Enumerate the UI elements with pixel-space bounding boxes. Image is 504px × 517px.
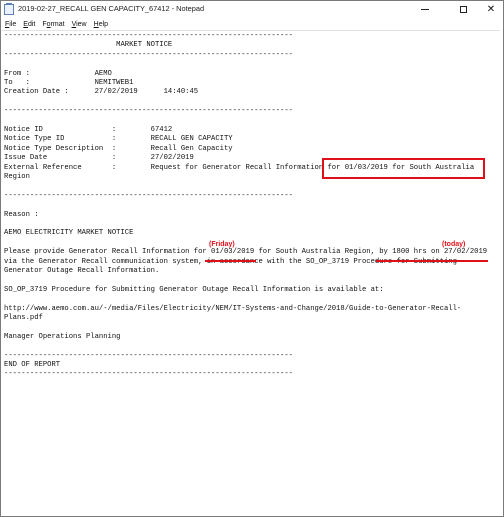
text-line: Reason : xyxy=(4,210,39,219)
window-title: 2019-02-27_RECALL GEN CAPACITY_67412 - N… xyxy=(18,4,205,13)
minimize-button[interactable] xyxy=(413,1,437,18)
menu-format[interactable]: Format xyxy=(39,21,67,28)
menu-view[interactable]: View xyxy=(69,21,90,28)
text-line: Notice Type Description : Recall Gen Cap… xyxy=(4,144,233,153)
text-line: MARKET NOTICE xyxy=(4,41,173,50)
date-underline xyxy=(205,260,256,262)
text-line: To : NEMITWEB1 xyxy=(4,79,134,87)
menu-file[interactable]: File xyxy=(2,21,19,28)
deadline-underline xyxy=(376,260,488,262)
notepad-window: 2019-02-27_RECALL GEN CAPACITY_67412 - N… xyxy=(0,0,504,517)
notepad-icon xyxy=(4,3,14,15)
text-line: ----------------------------------------… xyxy=(4,191,293,200)
external-reference-highlight-box xyxy=(322,158,485,179)
text-line: Notice ID : 67412 xyxy=(4,126,173,134)
text-line: ----------------------------------------… xyxy=(4,370,293,379)
close-icon: ✕ xyxy=(486,4,496,15)
text-line: Please provide Generator Recall Informat… xyxy=(4,248,488,257)
text-line: From : AEMO xyxy=(4,69,112,78)
text-line: ----------------------------------------… xyxy=(4,50,293,59)
menu-help[interactable]: Help xyxy=(91,21,111,28)
title-bar[interactable]: 2019-02-27_RECALL GEN CAPACITY_67412 - N… xyxy=(1,1,503,18)
text-line: SO_OP_3719 Procedure for Submitting Gene… xyxy=(4,285,384,294)
text-line: Creation Date : 27/02/2019 14:40:45 xyxy=(4,88,199,97)
friday-annotation: (Friday) xyxy=(209,241,235,248)
maximize-button[interactable] xyxy=(451,1,475,18)
text-line: ----------------------------------------… xyxy=(4,107,293,116)
text-line: Notice Type ID : RECALL GEN CAPACITY xyxy=(4,135,233,144)
text-line: Issue Date : 27/02/2019 xyxy=(4,154,194,163)
maximize-icon xyxy=(459,6,467,13)
text-line: via the Generator Recall communication s… xyxy=(4,257,457,266)
text-line: Generator Outage Recall Information. xyxy=(4,267,160,275)
today-annotation: (today) xyxy=(442,241,466,248)
text-line: ----------------------------------------… xyxy=(4,32,293,40)
text-line: Region xyxy=(4,173,30,181)
menu-bar: File Edit Format View Help xyxy=(1,18,503,30)
text-line: END OF REPORT xyxy=(4,361,61,369)
text-line: Manager Operations Planning xyxy=(4,332,121,341)
text-line: AEMO ELECTRICITY MARKET NOTICE xyxy=(4,229,134,238)
text-line: Plans.pdf xyxy=(4,314,43,322)
close-button[interactable]: ✕ xyxy=(479,1,503,18)
text-line: http://www.aemo.com.au/-/media/Files/Ele… xyxy=(4,304,462,313)
text-line: ----------------------------------------… xyxy=(4,351,293,360)
minimize-icon xyxy=(421,9,429,10)
text-editor[interactable]: ----------------------------------------… xyxy=(2,30,500,515)
menu-edit[interactable]: Edit xyxy=(20,21,38,28)
